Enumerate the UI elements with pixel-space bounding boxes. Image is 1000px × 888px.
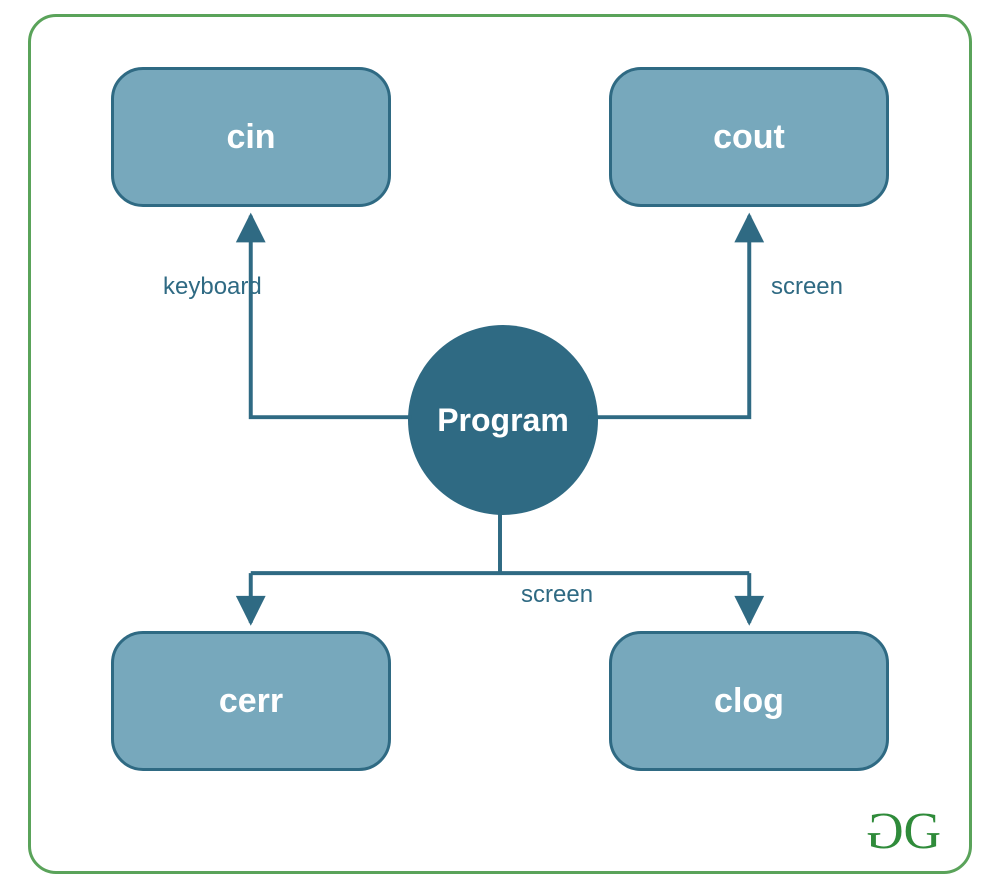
edge-label-screen-cout: screen	[771, 273, 843, 301]
node-cout-label: cout	[713, 118, 785, 157]
logo-glyph-left: G	[874, 802, 904, 861]
node-cerr: cerr	[111, 631, 391, 771]
node-program: Program	[408, 325, 598, 515]
node-cin-label: cin	[226, 118, 275, 157]
node-clog: clog	[609, 631, 889, 771]
edge-program-cout	[588, 216, 749, 418]
diagram-frame: cin cout cerr clog Program keyboard scre…	[28, 14, 972, 874]
edge-label-screen-cerr-clog: screen	[521, 581, 593, 609]
edge-program-cin	[251, 216, 412, 418]
edge-label-keyboard: keyboard	[163, 273, 262, 301]
node-program-label: Program	[437, 402, 569, 439]
geeksforgeeks-logo: GG	[874, 802, 933, 861]
logo-glyph-right: G	[903, 802, 933, 861]
node-cout: cout	[609, 67, 889, 207]
node-cin: cin	[111, 67, 391, 207]
node-cerr-label: cerr	[219, 682, 283, 721]
node-clog-label: clog	[714, 682, 784, 721]
